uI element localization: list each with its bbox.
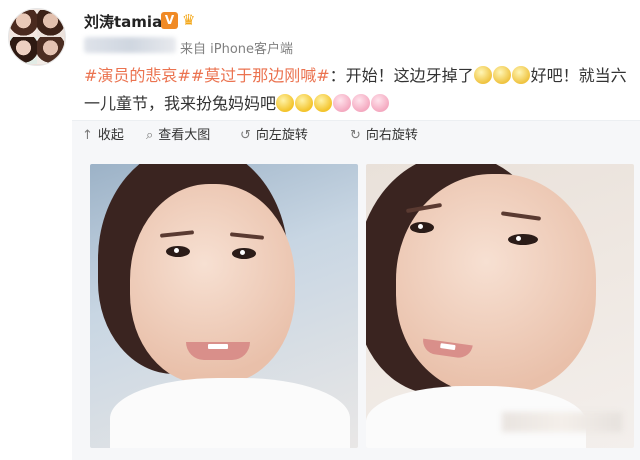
rotate-right-button[interactable]: ↻ 向右旋转 xyxy=(350,127,418,145)
eye-shape xyxy=(166,246,190,257)
view-large-label: 查看大图 xyxy=(158,128,211,143)
rotate-left-icon: ↺ xyxy=(240,128,251,143)
rotate-left-label: 向左旋转 xyxy=(255,128,308,143)
post-photo-1[interactable] xyxy=(90,164,358,448)
magnify-icon: ⌕ xyxy=(146,128,154,143)
post-source: 来自 iPhone客户端 xyxy=(180,42,294,57)
arrow-up-icon: ↑ xyxy=(82,128,93,143)
shirt-shape xyxy=(110,378,350,448)
avatar[interactable] xyxy=(8,8,66,66)
rabbit-emoji-icon xyxy=(371,94,390,112)
sad-emoji-icon xyxy=(492,66,511,84)
post-photo-2[interactable] xyxy=(366,164,634,448)
username-link[interactable]: 刘涛tamia xyxy=(84,11,162,32)
rotate-right-label: 向右旋转 xyxy=(365,128,418,143)
sad-emoji-icon xyxy=(511,66,530,84)
post-text: #演员的悲哀##莫过于那边刚喊#：开始！这边牙掉了 好吧！就当六一儿童节，我来扮兔… xyxy=(84,62,636,118)
avatar-photo-2 xyxy=(37,10,64,37)
collapse-button[interactable]: ↑ 收起 xyxy=(82,127,124,145)
eye-shape xyxy=(232,248,256,259)
avatar-photo-1 xyxy=(10,10,37,37)
laugh-emoji-icon xyxy=(276,94,295,112)
photo-panel xyxy=(72,152,640,460)
post-text-part: ：开始！这边牙掉了 xyxy=(329,66,474,85)
hashtag-link[interactable]: #莫过于那边刚喊# xyxy=(191,66,330,85)
rabbit-emoji-icon xyxy=(352,94,371,112)
laugh-emoji-icon xyxy=(314,94,333,112)
image-toolbar: ↑ 收起 ⌕ 查看大图 ↺ 向左旋转 ↻ 向右旋转 xyxy=(72,120,640,153)
rotate-right-icon: ↻ xyxy=(350,128,361,143)
eye-shape xyxy=(508,234,538,245)
rabbit-emoji-icon xyxy=(333,94,352,112)
avatar-photo-3 xyxy=(10,37,37,64)
blurred-timestamp xyxy=(84,37,176,53)
verified-badge[interactable]: V xyxy=(161,12,178,29)
crown-icon[interactable]: ♛ xyxy=(182,11,202,29)
mouth-shape xyxy=(186,342,250,360)
avatar-photo-4 xyxy=(37,37,64,64)
view-large-button[interactable]: ⌕ 查看大图 xyxy=(146,127,210,145)
sad-emoji-icon xyxy=(473,66,492,84)
laugh-emoji-icon xyxy=(295,94,314,112)
hashtag-link[interactable]: #演员的悲哀# xyxy=(84,66,191,85)
rotate-left-button[interactable]: ↺ 向左旋转 xyxy=(240,127,308,145)
eye-shape xyxy=(410,222,434,233)
collapse-label: 收起 xyxy=(97,128,124,143)
blurred-watermark xyxy=(502,412,622,432)
